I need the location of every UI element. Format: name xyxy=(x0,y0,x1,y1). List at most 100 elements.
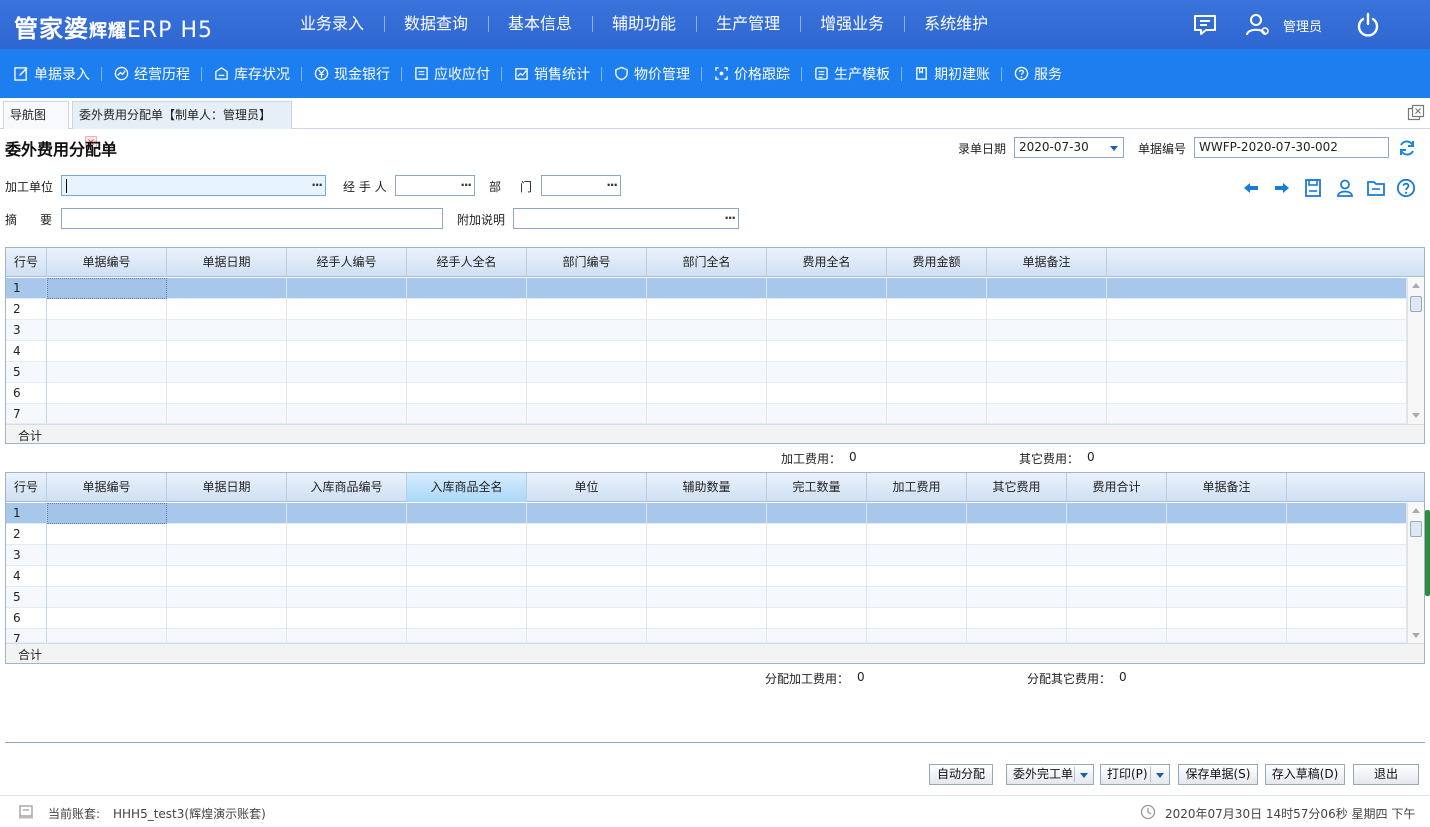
table-cell[interactable] xyxy=(767,566,867,587)
sub-menu-item[interactable]: 库存状况 xyxy=(214,64,302,84)
table-row[interactable]: 4 xyxy=(6,341,1407,362)
table-cell[interactable] xyxy=(47,608,167,629)
help-icon[interactable] xyxy=(1396,178,1416,198)
table-cell[interactable] xyxy=(767,383,887,404)
column-header[interactable]: 入库商品全名 xyxy=(407,473,527,502)
table-cell[interactable] xyxy=(47,587,167,608)
scroll-down-icon[interactable] xyxy=(1412,633,1420,638)
date-select[interactable]: 2020-07-30 xyxy=(1014,137,1124,158)
column-header[interactable]: 单据日期 xyxy=(167,473,287,502)
chevron-down-icon[interactable] xyxy=(1156,773,1164,778)
table-cell[interactable] xyxy=(887,278,987,299)
table-cell[interactable] xyxy=(767,278,887,299)
table-cell[interactable] xyxy=(867,545,967,566)
table-cell[interactable] xyxy=(647,383,767,404)
tab-navigation[interactable]: 导航图 xyxy=(3,101,69,129)
column-header[interactable]: 单据备注 xyxy=(1167,473,1287,502)
table-cell[interactable] xyxy=(987,404,1107,423)
table-cell[interactable] xyxy=(407,503,527,524)
table-cell[interactable] xyxy=(47,341,167,362)
table-cell[interactable] xyxy=(967,629,1067,642)
table-cell[interactable] xyxy=(527,566,647,587)
table-row[interactable]: 7 xyxy=(6,404,1407,424)
table-cell[interactable] xyxy=(407,362,527,383)
table-cell[interactable] xyxy=(987,299,1107,320)
table-cell[interactable] xyxy=(47,320,167,341)
table-cell[interactable] xyxy=(47,278,167,299)
table-cell[interactable] xyxy=(867,629,967,642)
table-cell[interactable] xyxy=(647,629,767,642)
table-cell[interactable] xyxy=(987,362,1107,383)
column-header[interactable]: 单位 xyxy=(527,473,647,502)
chevron-down-icon[interactable] xyxy=(1080,773,1088,778)
column-header[interactable]: 部门全名 xyxy=(647,248,767,277)
table-cell[interactable] xyxy=(527,341,647,362)
table-cell[interactable] xyxy=(1107,383,1407,404)
sub-menu-item[interactable]: 期初建账 xyxy=(914,64,1002,84)
table-cell[interactable] xyxy=(647,404,767,423)
table-cell[interactable] xyxy=(287,545,407,566)
table-cell[interactable] xyxy=(407,566,527,587)
main-menu-item[interactable]: 增强业务 xyxy=(800,0,904,49)
table-cell[interactable] xyxy=(47,524,167,545)
column-header[interactable]: 行号 xyxy=(6,248,47,277)
table-cell[interactable] xyxy=(1287,545,1407,566)
processor-field[interactable]: ··· xyxy=(61,175,326,196)
sub-menu-item[interactable]: 价格跟踪 xyxy=(714,64,802,84)
table-cell[interactable] xyxy=(767,587,867,608)
message-icon[interactable] xyxy=(1192,12,1218,38)
table-cell[interactable] xyxy=(167,545,287,566)
table-cell[interactable] xyxy=(1067,566,1167,587)
main-menu-item[interactable]: 系统维护 xyxy=(904,0,1008,49)
table-cell[interactable] xyxy=(287,566,407,587)
table-cell[interactable] xyxy=(527,404,647,423)
main-menu-item[interactable]: 生产管理 xyxy=(696,0,800,49)
table-cell[interactable] xyxy=(407,404,527,423)
main-menu-item[interactable]: 数据查询 xyxy=(384,0,488,49)
main-menu-item[interactable]: 辅助功能 xyxy=(592,0,696,49)
table-cell[interactable] xyxy=(407,383,527,404)
user-name[interactable]: 管理员 xyxy=(1283,16,1322,35)
tab-active-document[interactable]: 委外费用分配单【制单人：管理员】× xyxy=(72,101,292,148)
table-cell[interactable] xyxy=(287,383,407,404)
table-cell[interactable] xyxy=(647,299,767,320)
scroll-thumb[interactable] xyxy=(1410,296,1422,312)
column-header[interactable]: 部门编号 xyxy=(527,248,647,277)
table-cell[interactable] xyxy=(867,503,967,524)
table-row[interactable]: 3 xyxy=(6,320,1407,341)
column-header[interactable]: 单据备注 xyxy=(987,248,1107,277)
table-cell[interactable] xyxy=(767,362,887,383)
table-cell[interactable] xyxy=(167,524,287,545)
table-cell[interactable] xyxy=(407,524,527,545)
side-scroll-indicator[interactable] xyxy=(1425,510,1430,596)
person-icon[interactable] xyxy=(1335,178,1355,198)
table-cell[interactable] xyxy=(1287,524,1407,545)
sub-menu-item[interactable]: 销售统计 xyxy=(514,64,602,84)
table-cell[interactable] xyxy=(987,341,1107,362)
table-cell[interactable] xyxy=(167,320,287,341)
table-cell[interactable] xyxy=(287,341,407,362)
print-button[interactable]: 打印(P) xyxy=(1100,764,1170,785)
sub-menu-item[interactable]: 生产模板 xyxy=(814,64,902,84)
scroll-up-icon[interactable] xyxy=(1412,283,1420,288)
column-header[interactable]: 单据日期 xyxy=(167,248,287,277)
extra-note-field[interactable]: ··· xyxy=(513,208,739,229)
table-cell[interactable] xyxy=(647,524,767,545)
scroll-up-icon[interactable] xyxy=(1412,508,1420,513)
table-cell[interactable] xyxy=(647,587,767,608)
close-all-tabs-icon[interactable] xyxy=(1407,104,1425,122)
table-cell[interactable] xyxy=(47,545,167,566)
table-cell[interactable] xyxy=(767,608,867,629)
table-cell[interactable] xyxy=(167,566,287,587)
table-cell[interactable] xyxy=(1287,503,1407,524)
table-cell[interactable] xyxy=(527,362,647,383)
table-cell[interactable] xyxy=(1067,587,1167,608)
table-cell[interactable] xyxy=(167,299,287,320)
table-cell[interactable] xyxy=(167,341,287,362)
table-cell[interactable] xyxy=(1107,278,1407,299)
table-cell[interactable] xyxy=(167,278,287,299)
table-cell[interactable] xyxy=(887,362,987,383)
table-cell[interactable] xyxy=(967,503,1067,524)
table-cell[interactable] xyxy=(647,503,767,524)
table-cell[interactable] xyxy=(527,320,647,341)
